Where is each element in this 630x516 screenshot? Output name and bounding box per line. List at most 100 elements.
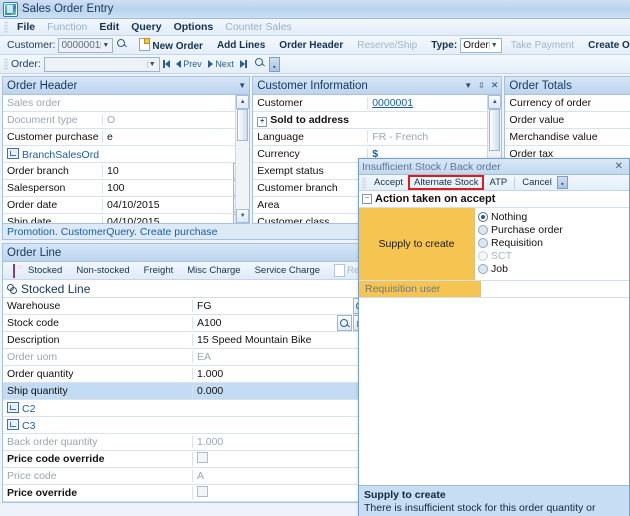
row-value[interactable]: 10 (102, 165, 233, 177)
reserve-ship-button[interactable]: Reserve/Ship (352, 40, 422, 51)
price-override-checkbox[interactable] (197, 486, 208, 497)
menu-edit[interactable]: Edit (93, 20, 125, 34)
radio-icon[interactable] (478, 211, 488, 222)
chevron-down-icon[interactable]: ▼ (461, 81, 475, 90)
menu-file[interactable]: File (11, 20, 41, 34)
scroll-down-arrow[interactable]: ▼ (236, 209, 250, 223)
table-row[interactable]: Description 15 Speed Mountain Bike (3, 332, 369, 349)
price-code-override-checkbox[interactable] (197, 452, 208, 463)
scrollbar-thumb[interactable] (489, 109, 501, 151)
menu-options[interactable]: Options (168, 20, 220, 34)
customer-search-button[interactable] (113, 38, 130, 52)
order-input[interactable]: ▼ (43, 56, 160, 72)
table-row[interactable]: Currency of order (505, 95, 630, 112)
table-row[interactable]: Order branch 10 (3, 163, 250, 180)
table-row[interactable]: + Sold to address (253, 112, 502, 129)
toolbar-overflow-icon[interactable]: ▪ (556, 176, 568, 189)
table-row[interactable]: Order quantity 1.000 (3, 366, 369, 383)
ship-quantity-value[interactable]: 0.000 (192, 385, 369, 397)
table-row[interactable]: Customer 0000001 (253, 95, 502, 112)
menu-function[interactable]: Function (41, 20, 93, 34)
customer-number-link[interactable]: 0000001 (367, 97, 501, 109)
row-value[interactable]: 15 Speed Mountain Bike (192, 334, 369, 346)
cancel-button[interactable]: Cancel (517, 177, 557, 188)
table-row[interactable]: Stock codeA100▦ (3, 315, 369, 332)
row-value[interactable] (192, 452, 369, 466)
row-value[interactable]: FG (192, 300, 353, 312)
non-stocked-button[interactable]: Non-stocked (71, 265, 134, 276)
table-row[interactable]: C2 (3, 400, 369, 417)
table-row[interactable]: Order value (505, 112, 630, 129)
service-charge-button[interactable]: Service Charge (250, 265, 325, 276)
table-row[interactable]: Price code override (3, 451, 369, 468)
requisition-user-value[interactable] (480, 281, 629, 297)
table-row[interactable]: Warehouse FG (3, 298, 369, 315)
option-requisition[interactable]: Requisition (478, 236, 629, 249)
table-row[interactable]: Customer purchase e (3, 129, 250, 146)
table-row[interactable]: Merchandise value (505, 129, 630, 146)
table-row[interactable]: Price code A (3, 468, 369, 485)
nav-first-button[interactable] (160, 59, 173, 69)
table-row[interactable]: Order date 04/10/2015 (3, 197, 250, 214)
add-lines-button[interactable]: Add Lines (212, 40, 270, 51)
option-nothing[interactable]: Nothing (478, 210, 629, 223)
close-icon[interactable]: ✕ (488, 80, 502, 91)
row-value[interactable] (192, 486, 369, 500)
table-row[interactable]: Language FR - French (253, 129, 502, 146)
order-header-scrollbar[interactable]: ▲ ▼ (235, 95, 250, 223)
row-value[interactable]: O (102, 114, 249, 126)
nav-next-button[interactable]: Next (205, 59, 237, 69)
chevron-down-icon[interactable]: ▼ (100, 41, 110, 49)
table-row[interactable]: Ship quantity 0.000 (3, 383, 369, 400)
requisition-user-row[interactable]: Requisition user (359, 281, 629, 298)
row-value[interactable]: e (102, 131, 249, 143)
accept-button[interactable]: Accept (369, 177, 408, 188)
save-button[interactable] (9, 263, 19, 278)
menu-counter-sales[interactable]: Counter Sales (219, 20, 298, 34)
stocked-button[interactable]: Stocked (23, 265, 67, 276)
order-type-select[interactable]: Order ▼ (460, 37, 502, 53)
table-row[interactable]: Document type O (3, 112, 250, 129)
scroll-up-arrow[interactable]: ▲ (488, 95, 502, 109)
collapse-icon[interactable]: − (362, 194, 372, 204)
take-payment-button[interactable]: Take Payment (506, 40, 579, 51)
table-row[interactable]: C3 (3, 417, 369, 434)
chevron-down-icon[interactable]: ▼ (488, 41, 499, 49)
pin-icon[interactable]: ⇳ (475, 81, 488, 90)
radio-icon[interactable] (478, 263, 488, 274)
misc-charge-button[interactable]: Misc Charge (182, 265, 245, 276)
table-row[interactable]: Salesperson 100 (3, 180, 250, 197)
row-value[interactable]: A100 (192, 317, 337, 329)
radio-icon[interactable] (478, 224, 488, 235)
freight-button[interactable]: Freight (139, 265, 179, 276)
scrollbar-thumb[interactable] (237, 109, 249, 141)
row-value[interactable]: 1.000 (192, 368, 369, 380)
scroll-up-arrow[interactable]: ▲ (236, 95, 250, 109)
order-search-button[interactable] (250, 57, 269, 71)
new-order-button[interactable]: New Order (134, 38, 208, 52)
customer-input[interactable]: 0000001 ▼ (58, 37, 114, 53)
table-row[interactable]: BranchSalesOrd (3, 146, 250, 163)
nav-last-button[interactable] (237, 59, 250, 69)
row-value[interactable]: 04/10/2015 (102, 199, 233, 211)
option-job[interactable]: Job (478, 262, 629, 275)
order-toolbar-gripper[interactable] (4, 58, 8, 70)
order-header-button[interactable]: Order Header (274, 40, 348, 51)
dialog-toolbar-gripper[interactable] (362, 176, 366, 189)
atp-button[interactable]: ATP (484, 177, 512, 188)
expand-icon[interactable]: + (257, 116, 268, 127)
toolbar-overflow-icon[interactable]: ▪ (268, 56, 280, 72)
close-icon[interactable]: ✕ (612, 161, 626, 172)
create-order-button[interactable]: Create Order (583, 40, 630, 51)
table-row[interactable]: Back order quantity 1.000 (3, 434, 369, 451)
radio-icon[interactable] (478, 237, 488, 248)
chevron-down-icon[interactable]: ▼ (235, 81, 249, 90)
table-row[interactable]: Sales order (3, 95, 250, 112)
menubar-gripper[interactable] (4, 21, 8, 33)
nav-prev-button[interactable]: Prev (173, 59, 205, 69)
table-row[interactable]: Order uom EA (3, 349, 369, 366)
menu-query[interactable]: Query (125, 20, 167, 34)
row-value[interactable]: 100 (102, 182, 233, 194)
table-row[interactable]: Ship date 04/10/2015 (3, 214, 249, 223)
option-purchase-order[interactable]: Purchase order (478, 223, 629, 236)
